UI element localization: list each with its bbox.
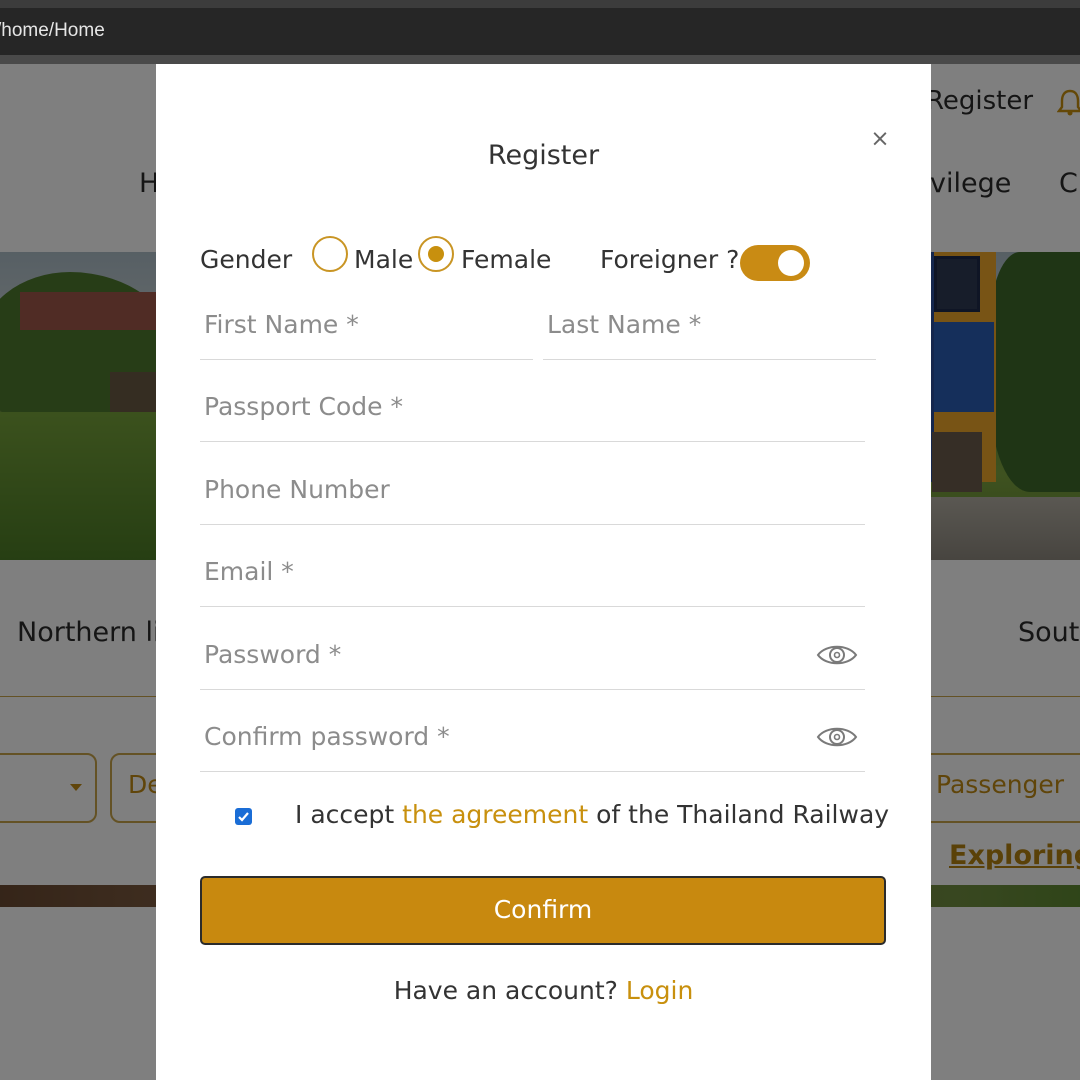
gender-radio-male[interactable] <box>312 236 348 272</box>
password-field[interactable]: Password * <box>200 640 865 690</box>
first-name-placeholder: First Name * <box>204 310 359 339</box>
agreement-checkbox[interactable] <box>235 808 252 825</box>
gender-radio-female[interactable] <box>418 236 454 272</box>
register-modal: Register × Gender Male Female Foreigner … <box>156 64 931 1080</box>
foreigner-label: Foreigner ? <box>600 245 740 274</box>
agreement-prefix: I accept <box>295 800 403 829</box>
agreement-suffix: of the Thailand Railway <box>588 800 890 829</box>
confirm-password-field[interactable]: Confirm password * <box>200 722 865 772</box>
confirm-button[interactable]: Confirm <box>200 876 886 945</box>
foreigner-toggle[interactable] <box>740 245 810 281</box>
checkmark-icon <box>238 812 249 822</box>
last-name-field[interactable]: Last Name * <box>543 310 876 360</box>
agreement-text: I accept the agreement of the Thailand R… <box>295 800 889 829</box>
phone-number-field[interactable]: Phone Number <box>200 475 865 525</box>
email-field[interactable]: Email * <box>200 557 865 607</box>
account-prompt: Have an account? Login <box>156 976 931 1005</box>
passport-code-field[interactable]: Passport Code * <box>200 392 865 442</box>
address-bar[interactable]: /home/Home <box>0 8 1080 55</box>
eye-icon[interactable] <box>816 642 858 668</box>
first-name-field[interactable]: First Name * <box>200 310 533 360</box>
modal-title: Register <box>487 140 600 171</box>
agreement-link[interactable]: the agreement <box>402 800 588 829</box>
confirm-password-placeholder: Confirm password * <box>204 722 450 751</box>
password-placeholder: Password * <box>204 640 342 669</box>
close-icon[interactable]: × <box>869 128 891 151</box>
browser-divider <box>0 55 1080 64</box>
passport-code-placeholder: Passport Code * <box>204 392 403 421</box>
toggle-knob <box>778 250 804 276</box>
gender-female-label[interactable]: Female <box>461 245 551 274</box>
phone-number-placeholder: Phone Number <box>204 475 390 504</box>
radio-selected-dot <box>428 246 444 262</box>
last-name-placeholder: Last Name * <box>547 310 702 339</box>
browser-tabstrip <box>0 0 1080 8</box>
address-url[interactable]: /home/Home <box>0 20 105 42</box>
account-prompt-text: Have an account? <box>393 976 626 1005</box>
eye-icon[interactable] <box>816 724 858 750</box>
gender-male-label[interactable]: Male <box>354 245 413 274</box>
email-placeholder: Email * <box>204 557 294 586</box>
gender-label: Gender <box>200 245 293 274</box>
login-link[interactable]: Login <box>626 976 693 1005</box>
